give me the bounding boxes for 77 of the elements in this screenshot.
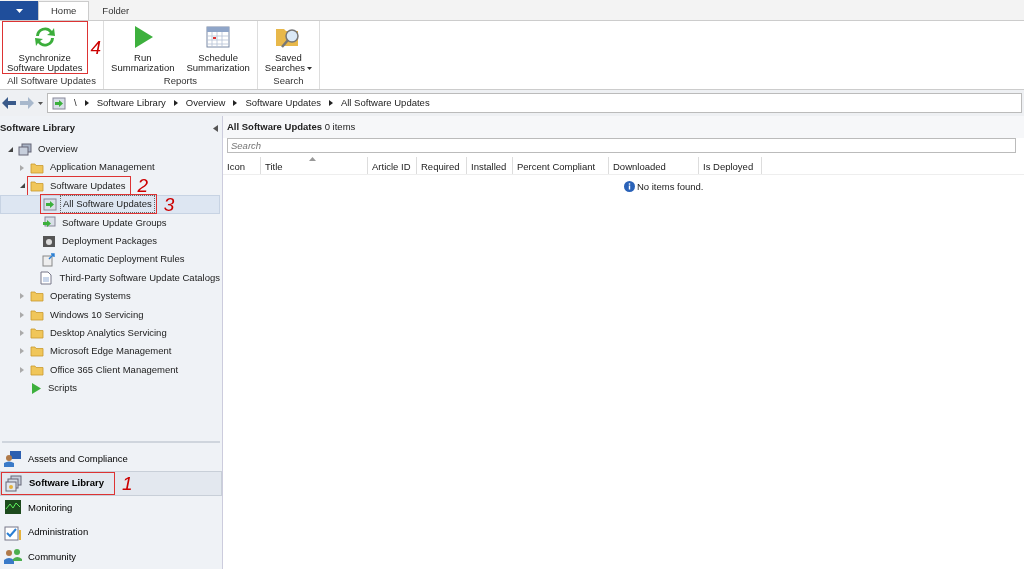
- ribbon-button[interactable]: Saved Searches: [259, 21, 317, 74]
- callout-number: 4: [90, 38, 102, 57]
- expanded-icon[interactable]: [19, 183, 25, 189]
- tree-item[interactable]: Operating Systems: [0, 287, 222, 306]
- folder-icon: [30, 327, 44, 340]
- checklist-icon: [4, 523, 22, 541]
- folder-icon: [30, 363, 44, 376]
- caret-icon: [15, 8, 23, 13]
- tree-item[interactable]: Scripts: [0, 379, 222, 398]
- tree-item[interactable]: All Software Updates 3: [0, 195, 220, 214]
- tree-item[interactable]: Deployment Packages: [0, 231, 222, 251]
- group-label: Search: [272, 74, 305, 88]
- callout-number: 1: [122, 474, 133, 493]
- workspace-button[interactable]: Community: [0, 544, 222, 569]
- document-icon: [39, 270, 54, 285]
- back-arrow-icon[interactable]: [2, 97, 16, 109]
- breadcrumb-item[interactable]: All Software Updates: [340, 95, 430, 111]
- collapsed-icon[interactable]: [20, 348, 24, 355]
- breadcrumb-item[interactable]: \: [74, 95, 77, 111]
- folder-icon: [30, 308, 44, 321]
- group-label: All Software Updates: [6, 74, 97, 88]
- collapsed-icon[interactable]: [20, 311, 24, 318]
- tree-item[interactable]: Automatic Deployment Rules: [0, 250, 222, 269]
- play-icon: [30, 381, 42, 395]
- tree-item[interactable]: Third-Party Software Update Catalogs: [0, 268, 222, 288]
- workspace-button[interactable]: Monitoring: [0, 495, 222, 520]
- callout-number: 2: [137, 176, 149, 196]
- callout-number: 3: [163, 194, 175, 214]
- view-heading: All Software Updates 0 items: [227, 119, 356, 134]
- computer-user-icon: [4, 450, 22, 468]
- chevron-icon: [328, 100, 333, 106]
- chevron-icon: [84, 100, 89, 106]
- update-group-icon: [42, 216, 56, 230]
- app-menu-button[interactable]: [0, 1, 38, 20]
- chevron-icon: [173, 100, 178, 106]
- workspace-button[interactable]: Assets and Compliance: [0, 446, 222, 471]
- workspace-button[interactable]: Administration: [0, 520, 222, 545]
- monitor-graph-icon: [4, 499, 22, 517]
- breadcrumb-item[interactable]: Software Updates: [245, 95, 321, 111]
- collapsed-icon[interactable]: [20, 330, 24, 337]
- package-icon: [42, 234, 56, 248]
- collapsed-icon[interactable]: [20, 293, 24, 300]
- breadcrumb-item[interactable]: Overview: [185, 95, 226, 111]
- ribbon-button[interactable]: Run Summarization: [106, 21, 180, 74]
- software-library-icon: [5, 474, 23, 492]
- ribbon-button[interactable]: Synchronize Software Updates: [2, 21, 88, 74]
- collapse-icon[interactable]: [213, 124, 218, 132]
- group-label: Reports: [162, 74, 199, 88]
- expanded-icon[interactable]: [7, 146, 13, 152]
- tree-item[interactable]: Microsoft Edge Management: [0, 342, 222, 361]
- ribbon-tab[interactable]: Folder: [89, 1, 143, 20]
- ribbon-button[interactable]: Schedule Summarization: [181, 21, 255, 74]
- folder-icon: [30, 290, 44, 303]
- tree-item[interactable]: Desktop Analytics Servicing: [0, 323, 222, 343]
- tree-item[interactable]: Software Update Groups: [0, 213, 222, 232]
- folder-icon: [30, 345, 44, 358]
- collapsed-icon[interactable]: [20, 164, 24, 171]
- breadcrumb-item[interactable]: Software Library: [96, 95, 166, 111]
- info-icon: [623, 181, 635, 193]
- chevron-icon: [233, 100, 238, 106]
- update-icon: [52, 96, 66, 110]
- people-icon: [4, 548, 22, 566]
- stacked-pages-icon: [18, 142, 32, 156]
- search-field[interactable]: Search: [227, 138, 1016, 153]
- ribbon-tab[interactable]: Home: [38, 1, 90, 20]
- collapsed-icon[interactable]: [20, 366, 24, 373]
- folder-icon: [30, 179, 44, 192]
- empty-message: No items found.: [636, 179, 704, 194]
- tree-item[interactable]: Overview: [0, 140, 222, 159]
- pane-title: Software Library: [0, 120, 75, 135]
- tree-item[interactable]: Windows 10 Servicing: [0, 305, 222, 324]
- calendar-icon: [205, 24, 232, 50]
- caret-icon[interactable]: [38, 101, 43, 105]
- tree-item[interactable]: Office 365 Client Management: [0, 360, 222, 380]
- folder-icon: [30, 161, 44, 174]
- tree-item[interactable]: Application Management: [0, 158, 222, 177]
- update-icon: [43, 197, 57, 211]
